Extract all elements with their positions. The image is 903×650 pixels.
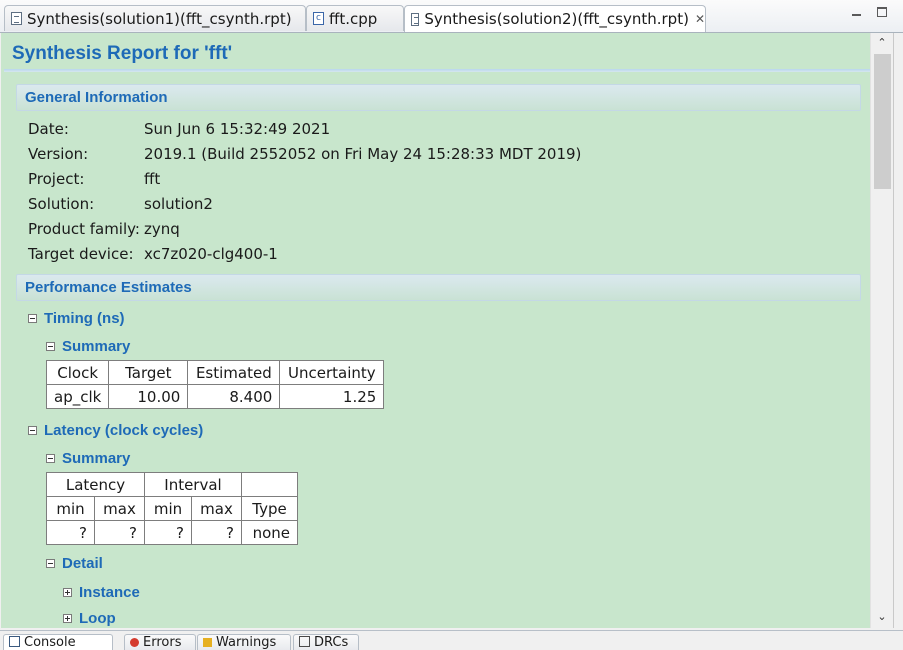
info-value-project: fft <box>144 170 161 188</box>
expand-icon[interactable] <box>63 614 72 623</box>
instance-node[interactable]: Instance <box>63 584 140 601</box>
collapse-icon[interactable] <box>46 342 55 351</box>
loop-node[interactable]: Loop <box>63 610 116 627</box>
collapse-icon[interactable] <box>28 426 37 435</box>
vertical-scrollbar[interactable]: ⌃ ⌄ <box>870 33 893 628</box>
scroll-down-icon[interactable]: ⌄ <box>876 611 888 623</box>
timing-label: Timing (ns) <box>44 310 125 327</box>
performance-estimates-header: Performance Estimates <box>16 274 861 301</box>
tab-label: Synthesis(solution1)(fft_csynth.rpt) <box>27 9 292 28</box>
scroll-up-icon[interactable]: ⌃ <box>876 37 888 49</box>
info-value-target-device: xc7z020-clg400-1 <box>144 245 278 263</box>
general-information-header: General Information <box>16 84 861 111</box>
info-label-target-device: Target device: <box>28 245 134 263</box>
report-view: Synthesis Report for 'fft' General Infor… <box>1 33 870 628</box>
tab-label: Warnings <box>216 635 277 650</box>
table-row: ap_clk 10.00 8.400 1.25 <box>45 384 385 409</box>
table-header-row: min max min max Type <box>46 496 298 521</box>
cell-estimated: 8.400 <box>187 384 281 409</box>
table-header-row: Clock Target Estimated Uncertainty <box>45 360 385 385</box>
cell-uncertainty: 1.25 <box>279 384 385 409</box>
cell-latency-max: ? <box>94 520 145 545</box>
info-value-version: 2019.1 (Build 2552052 on Fri May 24 15:2… <box>144 145 582 163</box>
tab-errors[interactable]: Errors <box>124 634 196 650</box>
loop-label: Loop <box>79 610 116 627</box>
info-label-solution: Solution: <box>28 195 95 213</box>
section-title: Performance Estimates <box>25 279 192 296</box>
col-estimated: Estimated <box>187 360 281 385</box>
console-icon <box>9 636 20 647</box>
latency-node[interactable]: Latency (clock cycles) <box>28 422 203 439</box>
report-icon <box>11 12 22 25</box>
editor-tab-bar: Synthesis(solution1)(fft_csynth.rpt) fft… <box>0 0 903 33</box>
maximize-icon[interactable] <box>875 6 889 18</box>
bottom-panel-tabs: Console Errors Warnings DRCs <box>0 630 903 650</box>
col-group-latency: Latency <box>46 472 145 497</box>
col-type: Type <box>241 496 298 521</box>
timing-node[interactable]: Timing (ns) <box>28 310 125 327</box>
cell-type: none <box>241 520 298 545</box>
latency-summary-node[interactable]: Summary <box>46 450 130 467</box>
instance-label: Instance <box>79 584 140 601</box>
latency-detail-node[interactable]: Detail <box>46 555 103 572</box>
report-title: Synthesis Report for 'fft' <box>12 43 233 64</box>
close-icon[interactable]: ✕ <box>695 12 705 26</box>
col-group-interval: Interval <box>144 472 242 497</box>
col-target: Target <box>108 360 189 385</box>
panel-edge <box>893 33 903 628</box>
collapse-icon[interactable] <box>46 454 55 463</box>
tab-label: Errors <box>143 635 182 650</box>
scroll-thumb[interactable] <box>874 54 891 189</box>
tab-synthesis-solution1[interactable]: Synthesis(solution1)(fft_csynth.rpt) <box>4 5 306 31</box>
tab-label: Console <box>24 635 76 650</box>
minimize-icon[interactable] <box>849 6 863 18</box>
info-label-product-family: Product family: <box>28 220 140 238</box>
tab-drcs[interactable]: DRCs <box>293 634 359 650</box>
info-label-date: Date: <box>28 120 69 138</box>
cell-target: 10.00 <box>108 384 189 409</box>
section-title: General Information <box>25 89 168 106</box>
col-interval-min: min <box>144 496 192 521</box>
cell-clock: ap_clk <box>45 384 110 409</box>
timing-summary-node[interactable]: Summary <box>46 338 130 355</box>
col-uncertainty: Uncertainty <box>279 360 385 385</box>
latency-label: Latency (clock cycles) <box>44 422 204 439</box>
info-label-version: Version: <box>28 145 89 163</box>
col-latency-min: min <box>46 496 95 521</box>
tab-label: DRCs <box>314 635 349 650</box>
collapse-icon[interactable] <box>28 314 37 323</box>
report-icon <box>411 12 420 26</box>
cell-interval-min: ? <box>144 520 192 545</box>
col-clock: Clock <box>45 360 110 385</box>
info-value-product-family: zynq <box>144 220 180 238</box>
table-row: ? ? ? ? none <box>46 520 298 545</box>
latency-summary-table: Latency Interval min max min max Type ? … <box>46 472 298 545</box>
expand-icon[interactable] <box>63 588 72 597</box>
col-latency-max: max <box>94 496 145 521</box>
detail-label: Detail <box>62 555 103 572</box>
drc-icon <box>299 636 310 647</box>
tab-synthesis-solution2[interactable]: Synthesis(solution2)(fft_csynth.rpt) ✕ <box>404 5 706 32</box>
tab-label: Synthesis(solution2)(fft_csynth.rpt) <box>424 10 689 28</box>
table-group-header-row: Latency Interval <box>46 472 298 497</box>
info-label-project: Project: <box>28 170 85 188</box>
tab-label: fft.cpp <box>329 9 378 28</box>
info-value-solution: solution2 <box>144 195 213 213</box>
timing-summary-table: Clock Target Estimated Uncertainty ap_cl… <box>45 360 385 409</box>
summary-label: Summary <box>62 338 131 355</box>
col-group-empty <box>241 472 298 497</box>
col-interval-max: max <box>191 496 242 521</box>
cpp-file-icon <box>313 12 324 25</box>
info-value-date: Sun Jun 6 15:32:49 2021 <box>144 120 331 138</box>
tab-fft-cpp[interactable]: fft.cpp <box>306 5 404 31</box>
tab-console[interactable]: Console <box>3 634 113 650</box>
tab-warnings[interactable]: Warnings <box>197 634 291 650</box>
cell-interval-max: ? <box>191 520 242 545</box>
collapse-icon[interactable] <box>46 559 55 568</box>
title-divider <box>4 69 870 72</box>
summary-label: Summary <box>62 450 131 467</box>
window-controls <box>849 6 889 18</box>
cell-latency-min: ? <box>46 520 95 545</box>
